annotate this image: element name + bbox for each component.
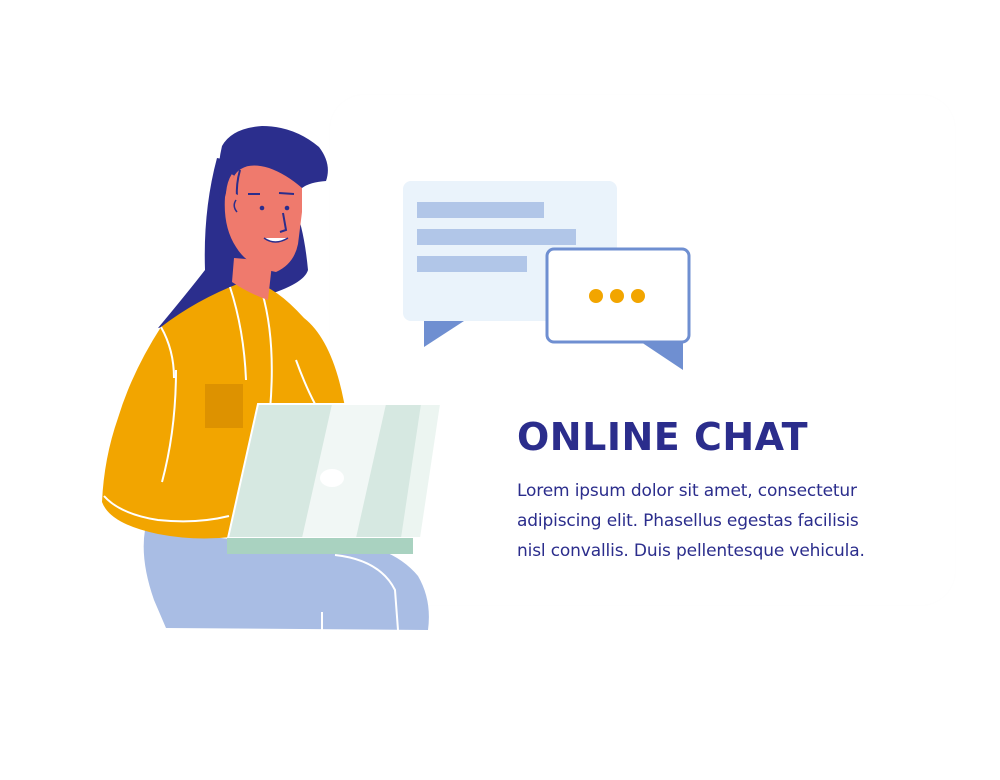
typing-bubble-icon xyxy=(545,247,691,370)
online-chat-banner: ONLINE CHAT Lorem ipsum dolor sit amet, … xyxy=(0,0,1000,780)
woman-figure xyxy=(102,126,443,631)
description-text: Lorem ipsum dolor sit amet, consectetur … xyxy=(517,481,865,561)
headline: ONLINE CHAT xyxy=(517,415,809,459)
woman-with-laptop-illustration xyxy=(102,126,691,631)
